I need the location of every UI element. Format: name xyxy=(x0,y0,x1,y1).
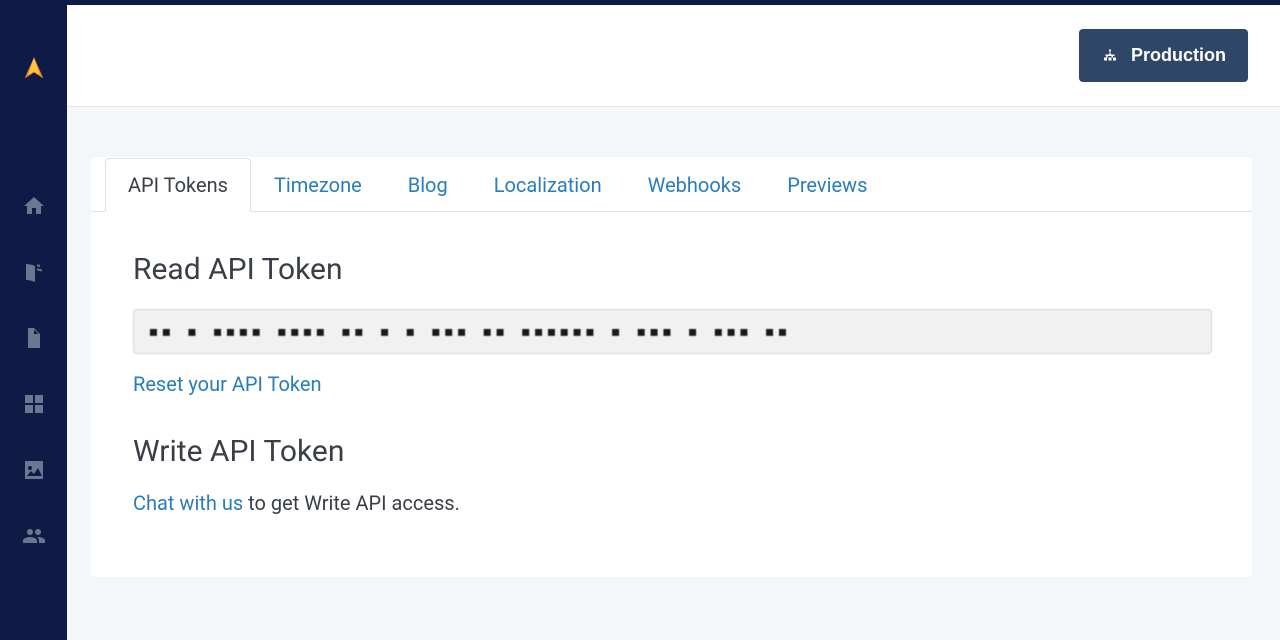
settings-panel: API Tokens Timezone Blog Localization We… xyxy=(91,157,1252,577)
sitemap-icon xyxy=(1101,47,1119,65)
tab-blog[interactable]: Blog xyxy=(385,158,471,212)
write-token-rest: to get Write API access. xyxy=(243,491,460,515)
environment-label: Production xyxy=(1131,45,1226,66)
tab-api-tokens[interactable]: API Tokens xyxy=(105,158,251,212)
header: Production xyxy=(67,5,1280,107)
users-icon[interactable] xyxy=(0,503,67,569)
image-icon[interactable] xyxy=(0,437,67,503)
read-token-value[interactable]: ▪▪ ▪ ▪▪▪▪ ▪▪▪▪ ▪▪ ▪ ▪ ▪▪▪ ▪▪ ▪▪▪▪▪▪ ▪ ▪▪… xyxy=(133,309,1212,354)
read-token-title: Read API Token xyxy=(133,252,1212,287)
main-region: Production API Tokens Timezone Blog Loca… xyxy=(67,0,1280,640)
reset-token-link[interactable]: Reset your API Token xyxy=(133,372,322,396)
panel-body: Read API Token ▪▪ ▪ ▪▪▪▪ ▪▪▪▪ ▪▪ ▪ ▪ ▪▪▪… xyxy=(91,212,1252,555)
chat-with-us-link[interactable]: Chat with us xyxy=(133,491,243,515)
document-icon[interactable] xyxy=(0,305,67,371)
tab-webhooks[interactable]: Webhooks xyxy=(625,158,765,212)
grid-icon[interactable] xyxy=(0,371,67,437)
blog-icon[interactable] xyxy=(0,239,67,305)
tabs: API Tokens Timezone Blog Localization We… xyxy=(91,157,1252,212)
tab-localization[interactable]: Localization xyxy=(471,158,625,212)
home-icon[interactable] xyxy=(0,173,67,239)
write-token-text: Chat with us to get Write API access. xyxy=(133,491,1212,515)
write-token-title: Write API Token xyxy=(133,434,1212,469)
content-area: API Tokens Timezone Blog Localization We… xyxy=(67,107,1280,577)
sidebar xyxy=(0,0,67,640)
environment-button[interactable]: Production xyxy=(1079,29,1248,82)
logo-icon xyxy=(20,55,48,83)
tab-timezone[interactable]: Timezone xyxy=(251,158,385,212)
tab-previews[interactable]: Previews xyxy=(764,158,890,212)
